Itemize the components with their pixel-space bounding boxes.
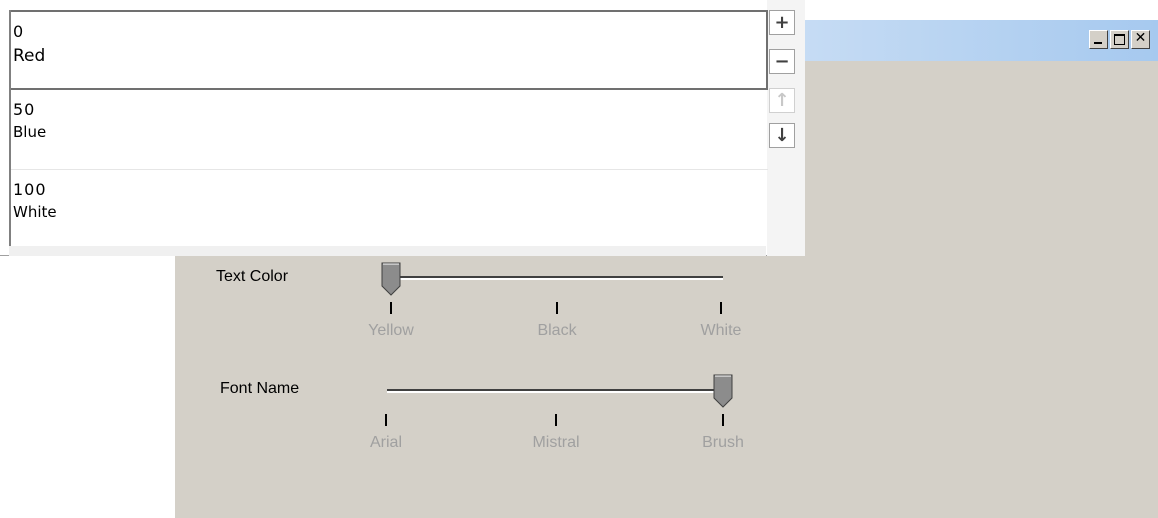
list-item-name: Red bbox=[13, 46, 46, 66]
font-name-tick bbox=[722, 414, 724, 426]
list-bottom-strip bbox=[9, 246, 766, 256]
stop-list[interactable]: 0 Red 50 Blue 100 White bbox=[9, 10, 768, 256]
close-button[interactable]: ✕ bbox=[1131, 30, 1150, 49]
list-item-name: White bbox=[13, 203, 57, 221]
window-controls: ✕ bbox=[1089, 30, 1150, 49]
font-name-label: Font Name bbox=[220, 380, 300, 397]
list-item-value: 50 bbox=[13, 100, 36, 119]
minimize-button[interactable] bbox=[1089, 30, 1108, 49]
list-item[interactable]: 100 White bbox=[11, 170, 768, 248]
add-stop-button[interactable]: + bbox=[769, 10, 795, 35]
move-down-button[interactable]: ↓ bbox=[769, 123, 795, 148]
text-color-slider-thumb[interactable] bbox=[381, 262, 401, 296]
text-color-tick bbox=[390, 302, 392, 314]
remove-stop-button[interactable]: − bbox=[769, 49, 795, 74]
font-name-tick-label: Arial bbox=[369, 434, 403, 451]
font-name-tick-label: Brush bbox=[702, 434, 744, 451]
text-color-tick-label: White bbox=[700, 322, 742, 339]
font-name-tick-label: Mistral bbox=[532, 434, 580, 451]
font-name-tick bbox=[555, 414, 557, 426]
font-name-tick bbox=[385, 414, 387, 426]
list-item-name: Blue bbox=[13, 123, 47, 141]
maximize-button[interactable] bbox=[1110, 30, 1129, 49]
font-name-slider-thumb[interactable] bbox=[713, 374, 733, 408]
text-color-tick-label: Black bbox=[537, 322, 577, 339]
text-color-slider-track[interactable] bbox=[389, 276, 723, 280]
text-color-tick bbox=[720, 302, 722, 314]
text-color-tick-label: Yellow bbox=[368, 322, 414, 339]
gradient-stop-list-panel: 0 Red 50 Blue 100 White + − ↑ ↓ bbox=[0, 0, 805, 256]
list-item-value: 100 bbox=[13, 180, 47, 199]
text-color-label: Text Color bbox=[216, 268, 289, 285]
move-up-button[interactable]: ↑ bbox=[769, 88, 795, 113]
close-icon: ✕ bbox=[1134, 30, 1147, 46]
list-item-value: 0 bbox=[13, 22, 24, 41]
list-controls: + − ↑ ↓ bbox=[767, 10, 798, 256]
list-item[interactable]: 0 Red bbox=[11, 10, 768, 90]
text-color-tick bbox=[556, 302, 558, 314]
font-name-slider-track[interactable] bbox=[387, 389, 723, 393]
list-item[interactable]: 50 Blue bbox=[11, 90, 768, 170]
